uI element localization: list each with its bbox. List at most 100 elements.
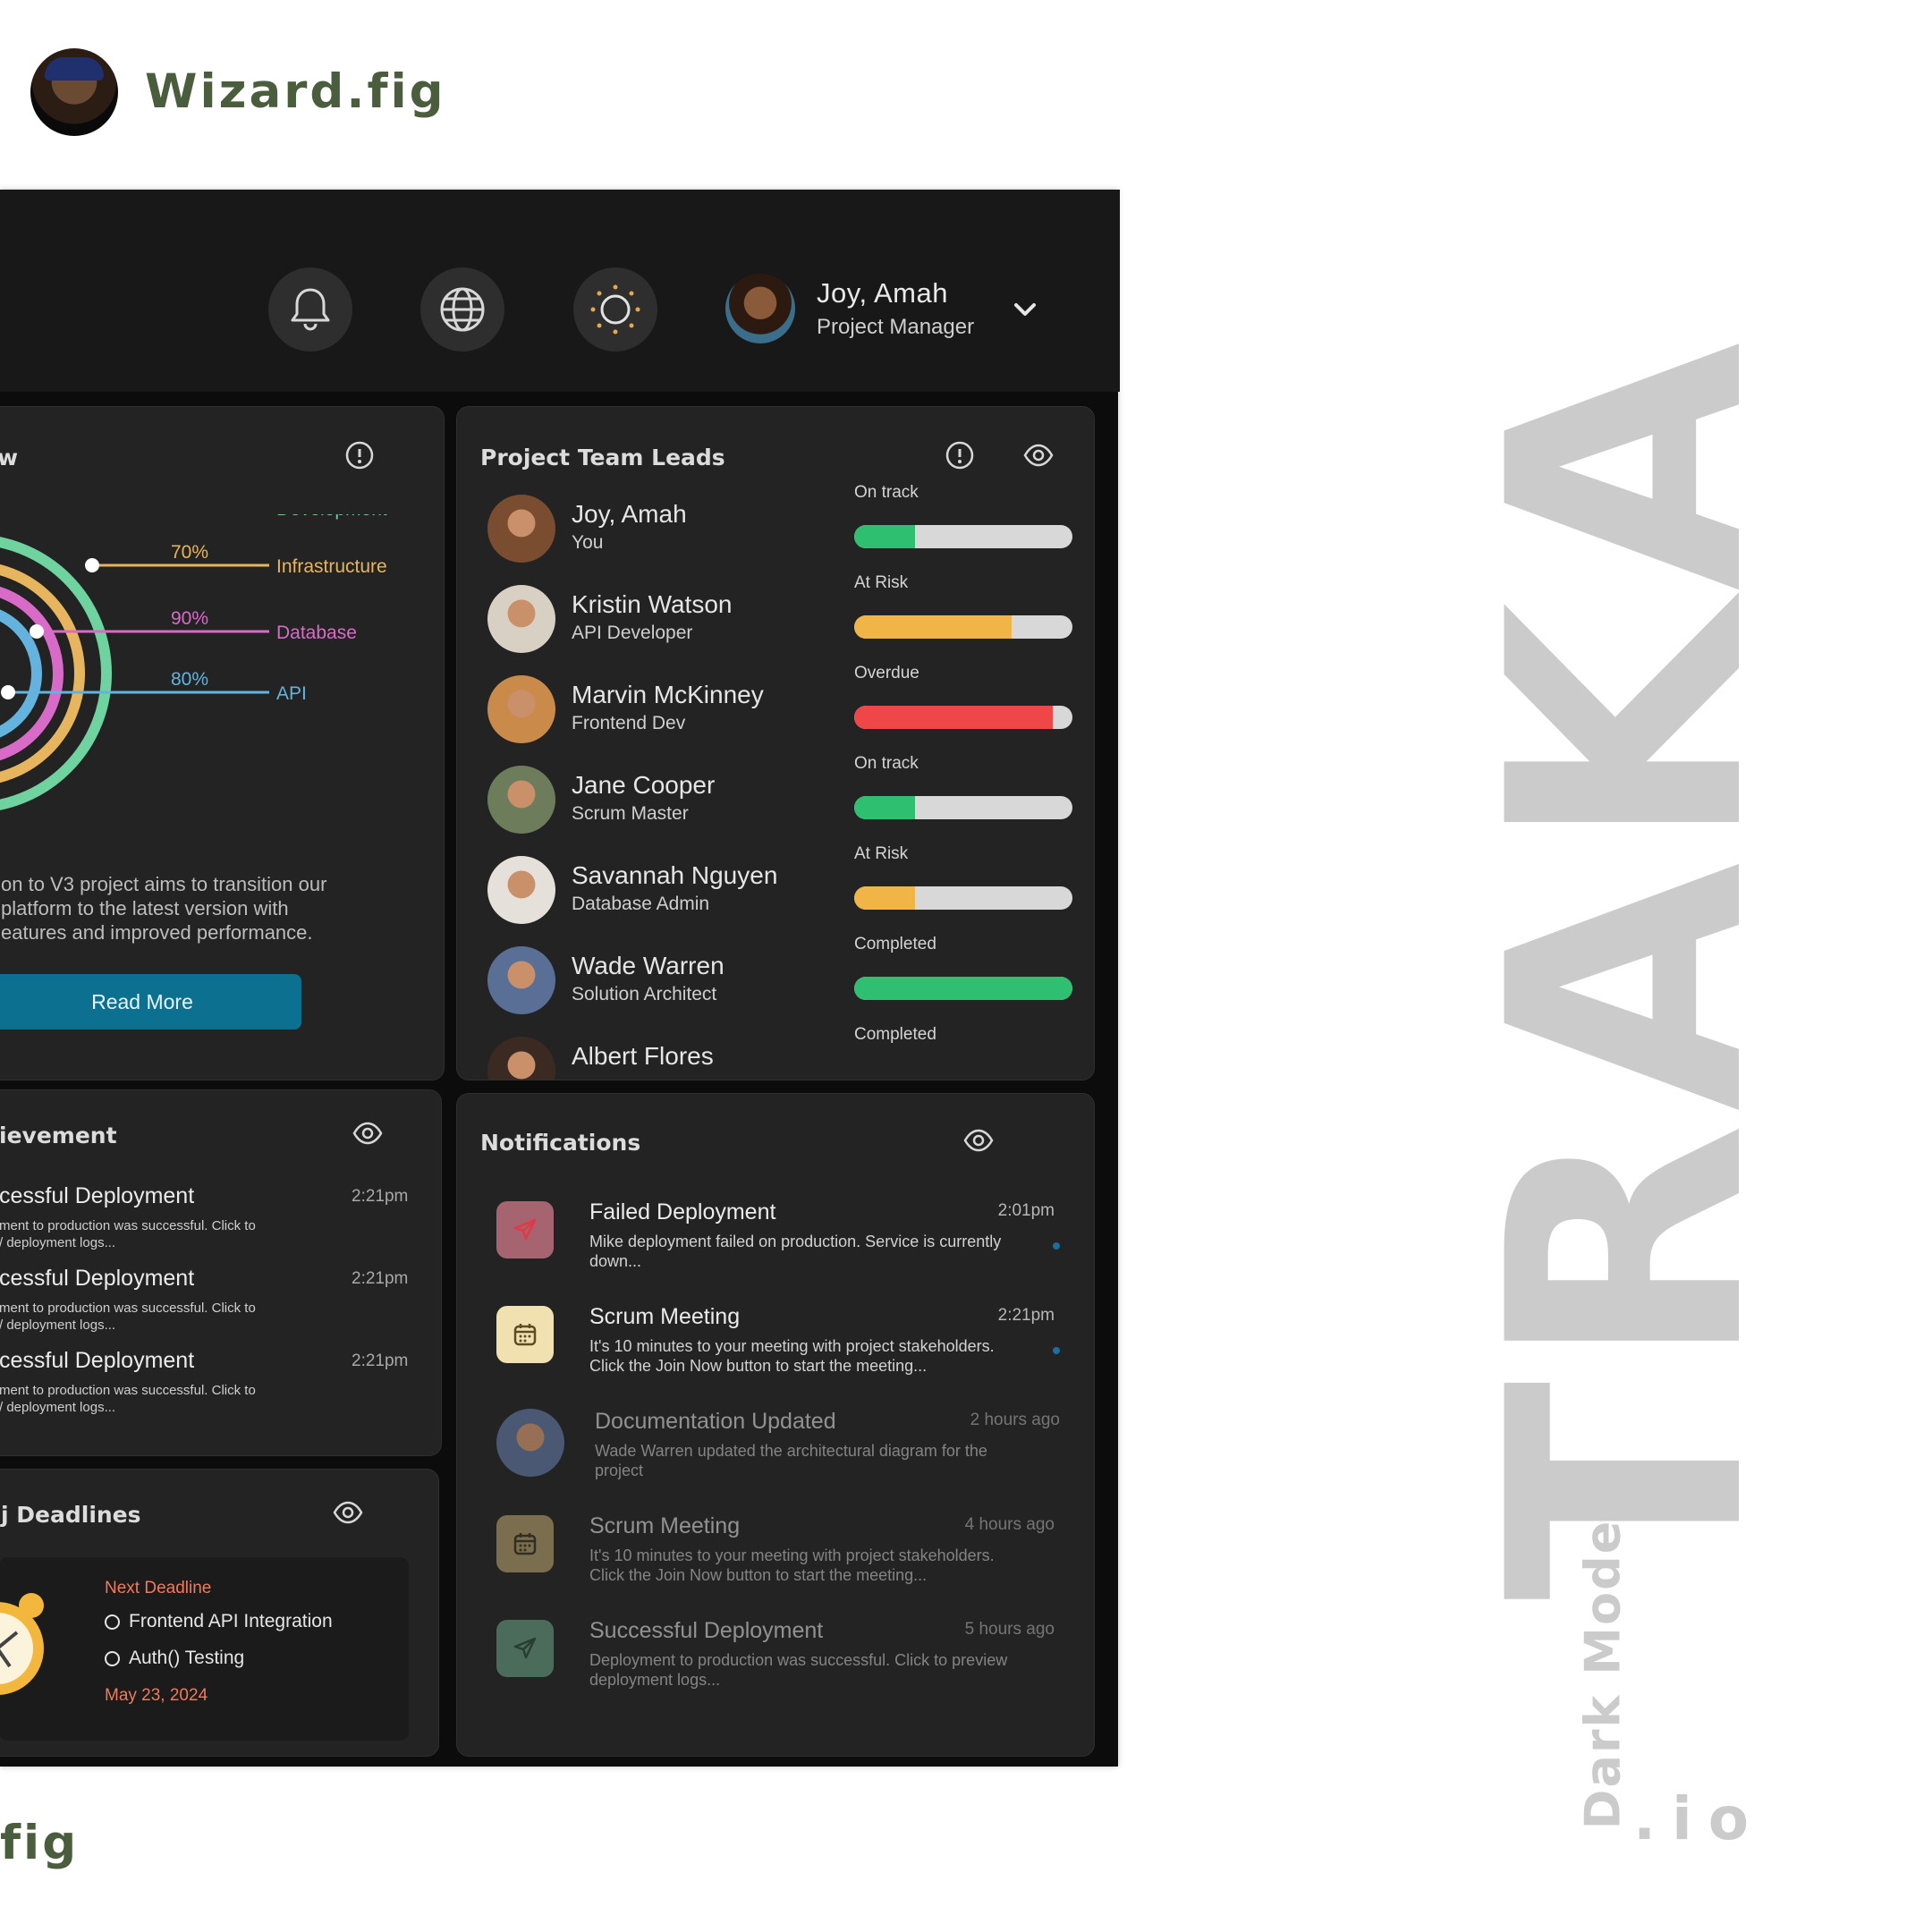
achievement-time: 2:21pm — [352, 1187, 409, 1206]
user-name: Joy, Amah — [817, 277, 948, 309]
next-deadline-label: Next Deadline — [105, 1579, 212, 1597]
lead-role: Database Admin — [572, 894, 710, 914]
value-label: 90% — [171, 608, 208, 629]
lead-status: Overdue — [854, 664, 919, 682]
team-lead-row[interactable]: Wade Warren Solution Architect Completed — [477, 935, 1085, 1036]
brand-name: Wizard.fig — [145, 64, 446, 119]
progress-bar — [854, 796, 1072, 819]
lead-name: Wade Warren — [572, 952, 724, 979]
top-bar — [0, 190, 1120, 392]
send-icon — [496, 1620, 554, 1677]
desc-line: ment to production was successful. Click… — [0, 1383, 256, 1398]
lead-name: Joy, Amah — [572, 500, 687, 528]
team-lead-row[interactable]: Savannah Nguyen Database Admin At Risk — [477, 844, 1085, 945]
notification-item[interactable]: Successful Deployment 5 hours ago Deployme… — [496, 1618, 1055, 1716]
lead-name: Marvin McKinney — [572, 681, 764, 708]
eye-icon[interactable] — [352, 1118, 384, 1148]
notification-desc: Deployment to production was successful.… — [589, 1651, 1008, 1689]
description-line: eatures and improved performance. — [1, 921, 313, 944]
deadline-task[interactable]: Frontend API Integration — [105, 1611, 333, 1632]
achievement-item[interactable]: cessful Deployment 2:21pm ment to producti… — [0, 1183, 421, 1264]
progress-fill — [854, 796, 916, 819]
info-icon[interactable] — [945, 440, 975, 470]
value-label: 70% — [171, 542, 208, 563]
team-leads-card: Project Team Leads Joy, Amah You On track K… — [456, 406, 1095, 1080]
desc-line: / deployment logs... — [0, 1400, 116, 1415]
team-leads-title: Project Team Leads — [480, 445, 725, 470]
unread-dot — [1053, 1347, 1060, 1354]
chevron-down-icon[interactable] — [1009, 293, 1041, 326]
language-button[interactable] — [420, 267, 504, 352]
notification-time: 5 hours ago — [964, 1620, 1055, 1639]
avatar — [487, 856, 555, 924]
brand-avatar — [30, 48, 118, 136]
next-deadline-panel: Next Deadline Frontend API Integration A… — [0, 1557, 409, 1741]
lead-role: Scrum Master — [572, 803, 689, 824]
avatar — [487, 585, 555, 653]
achievement-time: 2:21pm — [352, 1269, 409, 1288]
notifications-card: Notifications Failed Deployment 2:01pm Mik… — [456, 1093, 1095, 1757]
notification-item[interactable]: Scrum Meeting 4 hours ago It's 10 minutes … — [496, 1513, 1055, 1612]
task-circle-icon — [105, 1614, 120, 1630]
achievement-item[interactable]: cessful Deployment 2:21pm ment to producti… — [0, 1348, 421, 1428]
notification-title: Documentation Updated — [595, 1409, 836, 1434]
progress-fill — [854, 886, 916, 910]
team-lead-row[interactable]: Joy, Amah You On track — [477, 483, 1085, 584]
notification-item[interactable]: Failed Deployment 2:01pm Mike deployment f… — [496, 1199, 1060, 1298]
team-lead-row[interactable]: Albert Flores Completed — [477, 1025, 1085, 1080]
deadline-date: May 23, 2024 — [105, 1686, 208, 1705]
unread-dot — [1053, 1242, 1060, 1250]
eye-icon[interactable] — [1022, 440, 1055, 470]
achievement-desc: ment to production was successful. Click… — [0, 1382, 267, 1416]
value-marker — [85, 558, 99, 572]
achievement-title: cessful Deployment — [0, 1183, 195, 1208]
notifications-button[interactable] — [268, 267, 352, 352]
progress-fill — [854, 525, 916, 548]
deadline-task-label: Auth() Testing — [129, 1648, 245, 1668]
achievement-desc: ment to production was successful. Click… — [0, 1300, 267, 1334]
eye-icon[interactable] — [332, 1497, 364, 1528]
team-lead-row[interactable]: Kristin Watson API Developer At Risk — [477, 573, 1085, 674]
user-avatar[interactable] — [725, 274, 795, 343]
notification-item[interactable]: Documentation Updated 2 hours ago Wade War… — [496, 1409, 1060, 1507]
lead-status: Completed — [854, 1025, 936, 1044]
read-more-button[interactable]: Read More — [0, 974, 301, 1030]
user-role: Project Manager — [817, 315, 975, 339]
desc-line: / deployment logs... — [0, 1318, 116, 1333]
notification-desc: Mike deployment failed on production. Se… — [589, 1233, 1002, 1270]
notification-title: Failed Deployment — [589, 1199, 776, 1224]
team-lead-row[interactable]: Jane Cooper Scrum Master On track — [477, 754, 1085, 855]
lead-status: On track — [854, 483, 919, 502]
notification-item[interactable]: Scrum Meeting 2:21pm It's 10 minutes to yo… — [496, 1304, 1060, 1402]
desc-line: ment to production was successful. Click… — [0, 1218, 256, 1233]
overview-title: w — [0, 445, 18, 470]
progress-fill — [854, 706, 1054, 729]
team-lead-row[interactable]: Marvin McKinney Frontend Dev Overdue — [477, 664, 1085, 765]
series-label: API — [276, 683, 307, 704]
avatar — [496, 1409, 564, 1477]
brand-footer-name: fig — [0, 1816, 80, 1870]
lead-role: Frontend Dev — [572, 713, 686, 733]
achievement-title: cessful Deployment — [0, 1348, 195, 1373]
progress-bar — [854, 615, 1072, 639]
globe-icon — [440, 287, 485, 332]
achievement-item[interactable]: cessful Deployment 2:21pm ment to producti… — [0, 1266, 421, 1346]
lead-role: API Developer — [572, 623, 693, 643]
achievement-list: cessful Deployment 2:21pm ment to producti… — [0, 1183, 430, 1443]
achievement-title: cessful Deployment — [0, 1266, 195, 1291]
calendar-icon — [496, 1515, 554, 1572]
deadlines-title: j Deadlines — [1, 1502, 141, 1528]
notifications-title: Notifications — [480, 1130, 641, 1156]
lead-status: At Risk — [854, 844, 909, 863]
eye-icon[interactable] — [962, 1125, 995, 1156]
theme-toggle-button[interactable] — [573, 267, 657, 352]
lead-status: Completed — [854, 935, 936, 953]
radial-progress-chart: 80%FrontendDevelopment70%Infrastructure9… — [0, 514, 387, 810]
lead-name: Jane Cooper — [572, 771, 716, 799]
overview-description: on to V3 project aims to transition our … — [1, 872, 377, 945]
avatar — [487, 675, 555, 743]
description-line: platform to the latest version with — [1, 897, 289, 919]
deadline-task[interactable]: Auth() Testing — [105, 1648, 244, 1669]
info-icon[interactable] — [344, 440, 375, 470]
lead-role: Solution Architect — [572, 984, 717, 1004]
